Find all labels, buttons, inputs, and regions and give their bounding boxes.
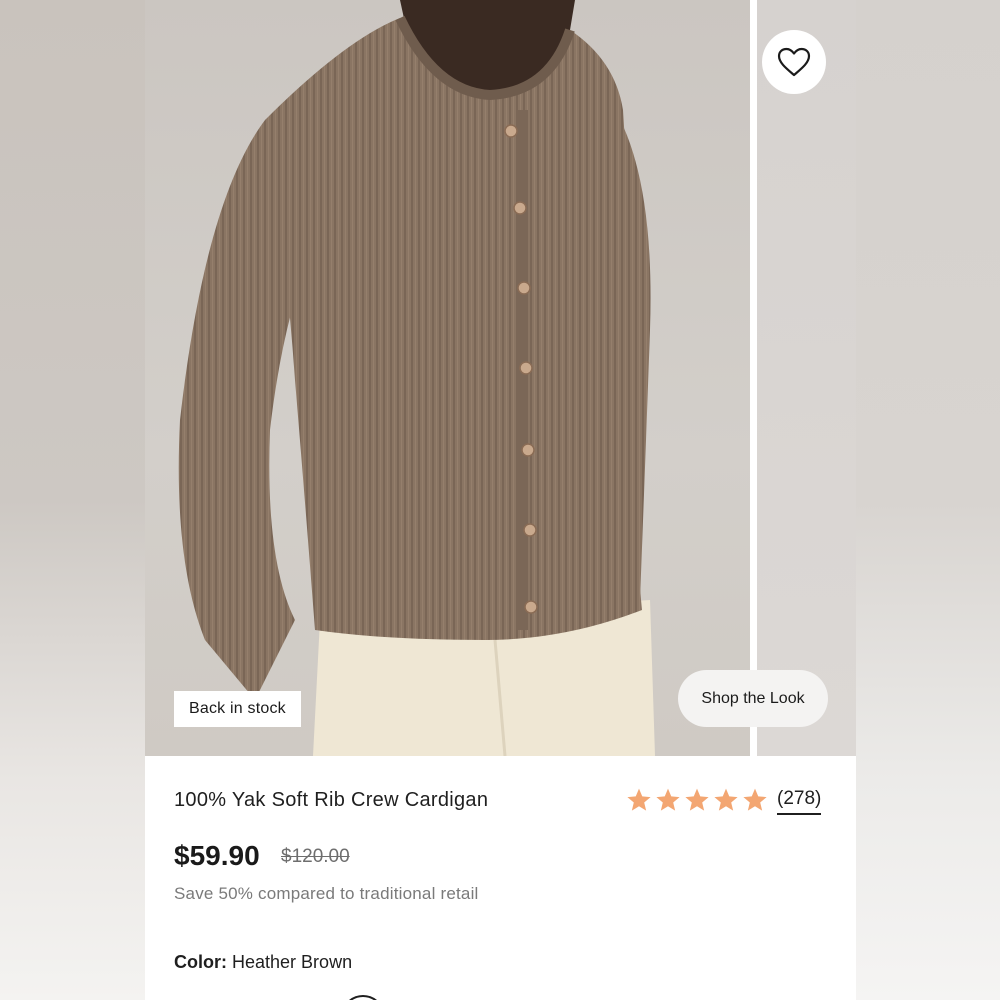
color-selection: Color: Heather Brown <box>174 952 352 973</box>
product-photo[interactable] <box>145 0 750 756</box>
next-photo-preview[interactable] <box>757 0 856 756</box>
star-icon <box>685 788 709 811</box>
savings-text: Save 50% compared to traditional retail <box>174 884 479 903</box>
review-count-link[interactable]: (278) <box>777 788 822 815</box>
color-value: Heather Brown <box>232 952 353 972</box>
product-gallery[interactable]: Back in stock Shop the Look <box>145 0 856 756</box>
color-label: Color: <box>174 952 227 972</box>
backdrop-right <box>856 0 1000 1000</box>
color-swatch[interactable] <box>341 995 385 1000</box>
backdrop-left <box>0 0 145 1000</box>
star-icon <box>656 788 680 811</box>
heart-outline-icon <box>777 47 811 77</box>
star-icon <box>627 788 651 811</box>
product-rating[interactable]: (278) <box>626 786 822 815</box>
star-icon <box>714 788 738 811</box>
cardigan-model-illustration <box>178 0 655 756</box>
shop-the-look-button[interactable]: Shop the Look <box>678 670 828 727</box>
back-in-stock-badge: Back in stock <box>174 691 301 727</box>
wishlist-button[interactable] <box>762 30 826 94</box>
rating-stars <box>626 787 768 813</box>
product-card: Back in stock Shop the Look 100% Yak Sof… <box>145 0 856 1000</box>
star-icon <box>743 788 767 811</box>
gallery-divider <box>750 0 757 756</box>
sale-price: $59.90 <box>174 840 260 871</box>
original-price: $120.00 <box>281 846 350 867</box>
product-title: 100% Yak Soft Rib Crew Cardigan <box>174 789 489 811</box>
